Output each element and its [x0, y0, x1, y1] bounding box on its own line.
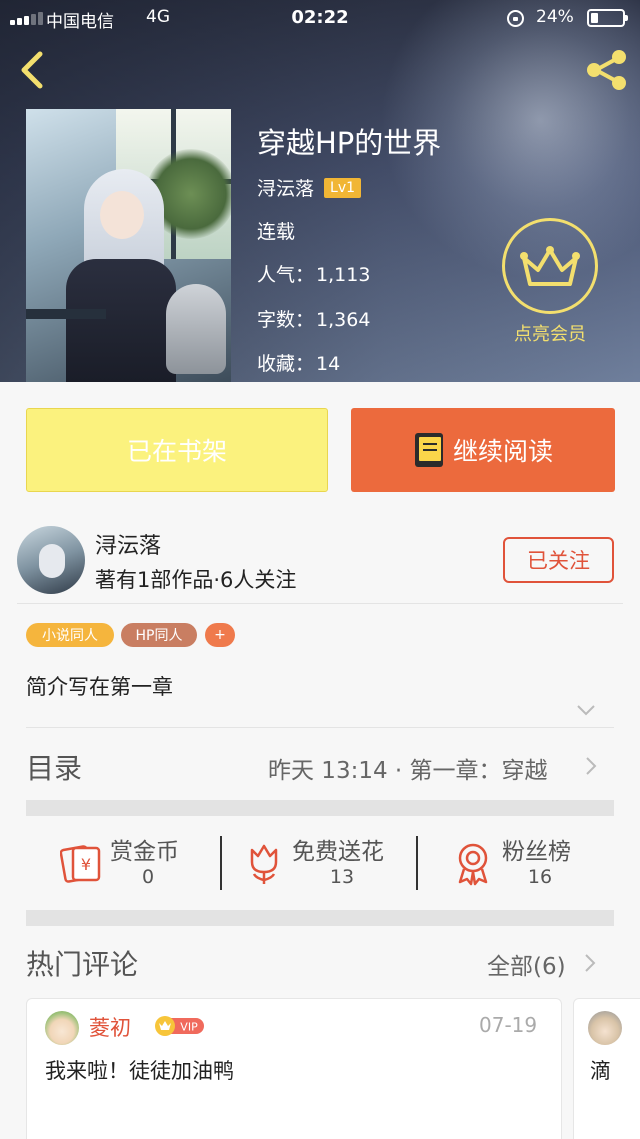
stat-popularity: 人气： 1,113 — [257, 260, 370, 287]
writer-avatar[interactable] — [17, 526, 85, 594]
red-envelope-icon: ¥ — [60, 845, 101, 883]
vip-label: 点亮会员 — [514, 324, 586, 345]
followed-button[interactable]: 已关注 — [503, 537, 614, 583]
divider — [17, 603, 623, 604]
reward-coins-count: 0 — [141, 866, 155, 888]
crown-icon — [520, 246, 580, 286]
tag-label: HP同人 — [135, 628, 183, 644]
commenter-avatar[interactable] — [45, 1011, 79, 1045]
stat-value: 14 — [316, 353, 341, 375]
svg-text:¥: ¥ — [81, 855, 91, 874]
book-intro: 简介写在第一章 — [26, 675, 173, 699]
fans-ranking-button[interactable]: 粉丝榜 16 — [454, 832, 594, 892]
fans-ranking-label: 粉丝榜 — [502, 839, 571, 865]
comment-text: 滴 — [590, 1059, 611, 1083]
battery-percent: 24% — [536, 7, 574, 27]
catalog-title[interactable]: 目录 — [26, 747, 82, 787]
tool-separator — [416, 836, 418, 890]
tag-novel-fanfic[interactable]: 小说同人 — [26, 623, 114, 647]
vip-badge-icon: VIP — [155, 1016, 204, 1036]
stat-favorites: 收藏： 14 — [257, 349, 340, 376]
tag-hp-fanfic[interactable]: HP同人 — [121, 623, 197, 647]
continue-reading-button[interactable]: 继续阅读 — [351, 408, 615, 492]
stat-value: 1,364 — [316, 309, 371, 331]
comment-date: 07-19 — [479, 1013, 538, 1037]
latest-chapter-link[interactable]: 昨天 13:14 · 第一章：穿越 — [268, 751, 548, 785]
chevron-left-icon — [21, 51, 43, 89]
stat-label: 人气： — [257, 264, 315, 286]
stat-label: 字数： — [257, 309, 315, 331]
ribbon-icon — [458, 843, 488, 886]
continue-reading-label: 继续阅读 — [452, 437, 553, 466]
fans-ranking-count: 16 — [527, 866, 553, 888]
reward-coins-label: 赏金币 — [110, 839, 179, 865]
hot-comments-title: 热门评论 — [26, 948, 139, 981]
free-flowers-button[interactable]: 免费送花 13 — [246, 832, 406, 892]
commenter-name[interactable]: 菱初 — [89, 1012, 131, 1042]
free-flowers-count: 13 — [329, 866, 355, 888]
section-separator — [26, 800, 614, 816]
comment-text: 我来啦！徒徒加油鸭 — [45, 1059, 234, 1083]
author-level-badge: Lv1 — [324, 177, 362, 198]
writer-meta: 著有1部作品·6人关注 — [95, 568, 297, 592]
rotation-lock-icon — [507, 10, 524, 27]
tag-label: 小说同人 — [42, 628, 98, 644]
book-author-line: 浔沄落 Lv1 — [257, 174, 362, 201]
free-flowers-label: 免费送花 — [292, 839, 384, 865]
commenter-avatar[interactable] — [588, 1011, 622, 1045]
chevron-right-icon — [585, 954, 596, 972]
reward-coins-button[interactable]: ¥ 赏金币 0 — [60, 832, 190, 892]
expand-intro-icon[interactable] — [576, 700, 596, 720]
svg-text:VIP: VIP — [180, 1021, 198, 1034]
flower-icon — [250, 844, 278, 884]
section-separator — [26, 910, 614, 926]
status-bar: 中国电信 4G 02:22 24% — [0, 0, 640, 36]
stat-word-count: 字数： 1,364 — [257, 305, 370, 332]
in-bookshelf-button[interactable]: 已在书架 — [26, 408, 328, 492]
book-author-name[interactable]: 浔沄落 — [257, 174, 314, 201]
share-icon — [587, 50, 626, 90]
book-title: 穿越HP的世界 — [257, 126, 442, 160]
book-icon — [414, 433, 443, 467]
divider — [26, 727, 614, 728]
writer-name[interactable]: 浔沄落 — [95, 528, 161, 560]
battery-icon — [587, 9, 628, 27]
add-tag-button[interactable]: + — [205, 623, 235, 647]
stat-value: 1,113 — [316, 264, 371, 286]
followed-label: 已关注 — [527, 549, 590, 573]
share-button[interactable] — [582, 46, 630, 94]
back-button[interactable] — [12, 48, 52, 92]
book-status: 连载 — [257, 221, 296, 243]
book-cover[interactable] — [26, 109, 231, 382]
comment-card[interactable]: 滴 — [573, 998, 640, 1139]
add-tag-label: + — [214, 627, 226, 643]
stat-label: 收藏： — [257, 353, 315, 375]
vip-membership-button[interactable]: 点亮会员 — [500, 216, 600, 346]
all-comments-link[interactable]: 全部(6) — [487, 947, 566, 981]
in-bookshelf-label: 已在书架 — [126, 437, 227, 466]
tool-separator — [220, 836, 222, 890]
chevron-right-icon — [586, 757, 597, 775]
comment-card[interactable]: 菱初 VIP 07-19 我来啦！徒徒加油鸭 — [26, 998, 562, 1139]
